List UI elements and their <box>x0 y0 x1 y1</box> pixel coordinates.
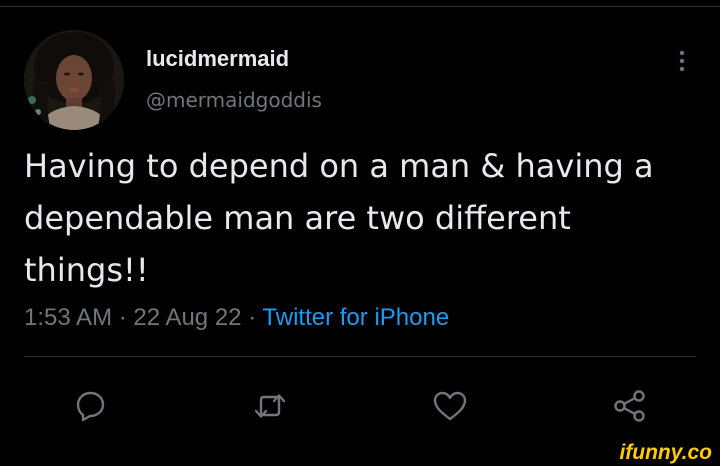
meta-separator: · <box>248 304 257 331</box>
reply-icon <box>76 391 105 422</box>
top-divider <box>0 0 720 7</box>
retweet-icon <box>254 394 286 418</box>
tweet-meta: 1:53 AM · 22 Aug 22 · Twitter for iPhone <box>24 304 449 332</box>
ifunny-watermark: ifunny.co <box>619 441 712 464</box>
like-button[interactable] <box>430 386 470 426</box>
like-icon <box>433 391 467 421</box>
footer-bar <box>0 446 720 466</box>
share-button[interactable] <box>610 386 650 426</box>
tweet-time[interactable]: 1:53 AM <box>24 304 112 331</box>
meta-separator: · <box>118 304 127 331</box>
reply-button[interactable] <box>70 386 110 426</box>
avatar[interactable] <box>24 30 124 130</box>
user-handle[interactable]: @mermaidgoddis <box>146 88 322 112</box>
retweet-button[interactable] <box>250 386 290 426</box>
more-options-icon[interactable] <box>672 48 692 76</box>
tweet-text: Having to depend on a man & having a dep… <box>24 147 654 289</box>
tweet-source-link[interactable]: Twitter for iPhone <box>262 304 449 331</box>
actions-divider <box>24 356 696 357</box>
tweet-date[interactable]: 22 Aug 22 <box>133 304 241 331</box>
display-name[interactable]: lucidmermaid <box>146 46 289 72</box>
share-icon <box>614 390 645 422</box>
